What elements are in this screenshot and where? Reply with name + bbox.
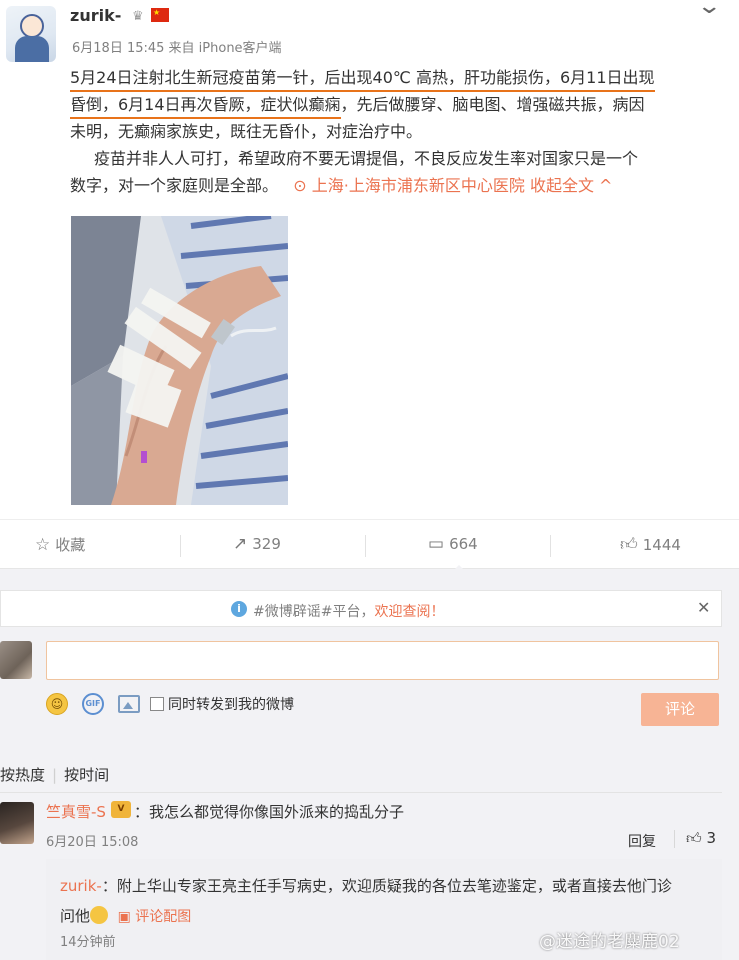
- post-line-5: 数字，对一个家庭则是全部。 ⊙ 上海·上海市浦东新区中心医院 收起全文 ^: [70, 176, 613, 195]
- comment-sort-bar: 按热度 | 按时间: [0, 764, 109, 785]
- divider: [180, 535, 181, 557]
- comment-text: ：我怎么都觉得你像国外派来的捣乱分子: [134, 803, 405, 821]
- rumor-notice-bar: i #微博辟谣#平台，欢迎查阅！ ✕: [0, 590, 722, 627]
- info-icon: i: [231, 601, 247, 617]
- divider: [0, 792, 722, 793]
- repost-button[interactable]: ↗ 329: [233, 534, 281, 554]
- image-icon[interactable]: [118, 695, 140, 713]
- sort-by-time[interactable]: 按时间: [64, 766, 109, 784]
- notice-text[interactable]: #微博辟谣#平台，欢迎查阅！: [253, 601, 444, 621]
- arm-iv-photo: [71, 216, 288, 505]
- divider: [674, 830, 675, 848]
- reply-text: zurik-：附上华山专家王亮主任手写病史，欢迎质疑我的各位去笔迹鉴定，或者直接…: [60, 877, 672, 925]
- reply-button[interactable]: 回复: [628, 831, 656, 851]
- my-avatar: [0, 641, 32, 679]
- favorite-button[interactable]: ☆ 收藏: [35, 534, 85, 555]
- sync-repost-label: 同时转发到我的微博: [168, 697, 294, 713]
- post-text: 5月24日注射北生新冠疫苗第一针，后出现40℃ 高热，肝功能损伤，6月11日出现…: [70, 64, 725, 199]
- thumbs-up-icon: 👍︎: [620, 535, 638, 555]
- post-line-1: 5月24日注射北生新冠疫苗第一针，后出现40℃ 高热，肝功能损伤，6月11日出现: [70, 64, 725, 92]
- reply-author[interactable]: zurik-: [60, 877, 102, 895]
- comment-like-button[interactable]: 👍︎ 3: [686, 829, 716, 848]
- location-link[interactable]: 上海·上海市浦东新区中心医院: [312, 176, 525, 195]
- close-icon[interactable]: ✕: [697, 598, 710, 617]
- avatar-head: [20, 14, 44, 38]
- comment-picture-link[interactable]: ▣ 评论配图: [118, 909, 192, 925]
- comment-button[interactable]: ▭ 664: [428, 534, 478, 554]
- chevron-down-icon[interactable]: ⌄: [696, 0, 722, 19]
- divider: [550, 535, 551, 557]
- underlined-text: 5月24日注射北生新冠疫苗第一针，后出现40℃ 高热，肝功能损伤，6月11日出现: [70, 68, 655, 92]
- sort-by-hot[interactable]: 按热度: [0, 766, 45, 784]
- active-tab-caret: [452, 565, 466, 572]
- commenter-avatar[interactable]: [0, 802, 34, 844]
- vip-badge-icon: V: [111, 801, 131, 818]
- user-avatar[interactable]: [6, 6, 56, 62]
- post-card: zurik- ♛ ★ 6月18日 15:45 来自 iPhone客户端 ⌄ 5月…: [0, 0, 739, 572]
- submit-comment-button[interactable]: 评论: [641, 693, 719, 726]
- china-flag-icon: ★: [151, 8, 169, 22]
- post-username[interactable]: zurik-: [70, 6, 121, 25]
- like-button[interactable]: 👍︎ 1444: [620, 534, 681, 555]
- post-photo[interactable]: [71, 216, 288, 505]
- emoji-icon: [90, 906, 109, 924]
- comment-time: 6月20日 15:08: [46, 835, 139, 850]
- post-line-4: 疫苗并非人人可打，希望政府不要无谓提倡，不良反应发生率对国家只是一个: [94, 149, 639, 168]
- reply-time: 14分钟前: [60, 935, 116, 950]
- location-pin-icon: ⊙: [293, 176, 307, 195]
- watermark: @迷途的老麋鹿02: [539, 932, 680, 952]
- collapse-link[interactable]: 收起全文 ^: [530, 176, 613, 195]
- emoji-icon[interactable]: ☺: [46, 693, 68, 715]
- thumbs-up-icon: 👍︎: [686, 829, 702, 847]
- sync-repost-checkbox[interactable]: [150, 697, 164, 711]
- divider: |: [52, 766, 58, 784]
- gif-icon[interactable]: GIF: [82, 693, 104, 715]
- post-meta: 6月18日 15:45 来自 iPhone客户端: [72, 41, 282, 56]
- avatar-body: [15, 36, 49, 62]
- comment-icon: ▭: [428, 534, 445, 554]
- composer-tools: ☺ GIF 同时转发到我的微博: [46, 692, 294, 716]
- repost-icon: ↗: [233, 534, 248, 554]
- star-icon: ☆: [35, 534, 51, 555]
- picture-icon: ▣: [117, 909, 131, 925]
- divider: [365, 535, 366, 557]
- post-line-3: 未明，无癫痫家族史，既往无昏仆，对症治疗中。: [70, 122, 423, 141]
- crown-icon: ♛: [132, 9, 144, 24]
- post-actions-bar: ☆ 收藏 ↗ 329 ▭ 664 👍︎ 1444: [0, 519, 739, 572]
- underlined-text: 昏倒，6月14日再次昏厥，症状似癫痫: [70, 95, 341, 119]
- comment-input[interactable]: [46, 641, 719, 680]
- post-line-2: 昏倒，6月14日再次昏厥，症状似癫痫，先后做腰穿、脑电图、增强磁共振，病因: [70, 91, 725, 119]
- commenter-name[interactable]: 竺真雪-S: [46, 801, 106, 822]
